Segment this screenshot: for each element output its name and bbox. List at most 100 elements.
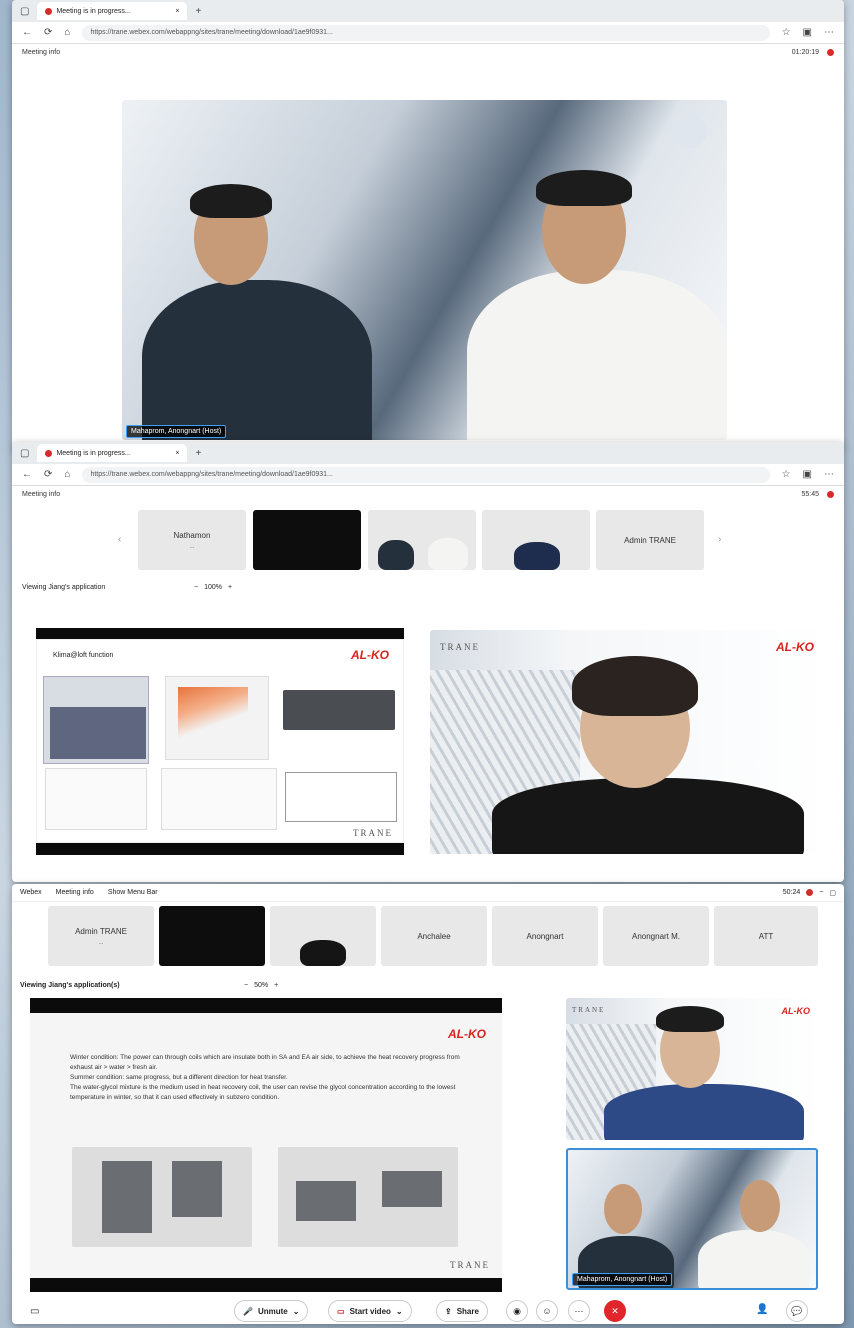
favorites-icon[interactable]: ☆ <box>782 469 791 480</box>
more-options-button[interactable]: ⋯ <box>568 1300 590 1322</box>
meeting-info-bar: Meeting info 01:20:19 <box>12 44 844 60</box>
slide-title: Klima@loft function <box>53 652 114 659</box>
thumbnail-anongnart-m[interactable]: Anongnart M. <box>603 906 709 966</box>
thumbnail-video-jiang[interactable] <box>482 510 590 570</box>
thumbnail-name: ATT <box>758 931 774 941</box>
new-tab-icon[interactable]: + <box>195 6 201 17</box>
slide-letterbox-top <box>36 628 404 639</box>
zoom-level: 50% <box>254 982 269 989</box>
back-icon[interactable]: ← <box>22 27 32 38</box>
browser-window-1: ▢ Meeting is in progress... × + ← ⟳ ⌂ ht… <box>12 0 844 448</box>
url-field[interactable]: https://trane.webex.com/webappng/sites/t… <box>82 24 770 41</box>
participant-left-head <box>604 1184 642 1234</box>
thumbnail-name: Admin TRANE <box>624 535 676 545</box>
winter-diagram <box>72 1147 252 1247</box>
zoom-control[interactable]: − 100% + <box>194 584 232 591</box>
extensions-icon[interactable]: ▣ <box>803 469 812 480</box>
thumbnail-admin-trane[interactable]: Admin TRANE ... <box>48 906 154 966</box>
back-icon[interactable]: ← <box>22 469 32 480</box>
close-tab-icon[interactable]: × <box>175 450 179 457</box>
psychrometric-chart <box>165 676 269 760</box>
refresh-icon[interactable]: ⟳ <box>44 469 52 480</box>
participants-icon[interactable]: 👤 <box>756 1304 768 1315</box>
next-thumbnails-icon[interactable]: › <box>718 534 721 545</box>
recording-icon <box>45 449 53 457</box>
home-icon[interactable]: ⌂ <box>64 469 70 480</box>
zoom-in-icon[interactable]: + <box>274 982 278 989</box>
viewing-label: Viewing Jiang's application(s) <box>20 982 120 989</box>
slide-letterbox-top <box>30 998 502 1013</box>
end-call-button[interactable]: ✕ <box>604 1300 626 1322</box>
thumbnail-sub: ... <box>189 543 195 550</box>
slide-bullet: Summer condition: same progress, but a d… <box>70 1074 288 1081</box>
reactions-button[interactable]: ☺ <box>536 1300 558 1322</box>
thumbnail-admin-trane[interactable]: Admin TRANE <box>596 510 704 570</box>
browser-tab[interactable]: Meeting is in progress... × <box>37 444 188 462</box>
meeting-info-button[interactable]: Meeting info <box>56 889 94 896</box>
tab-actions-icon[interactable]: ▢ <box>20 6 29 17</box>
thumbnail-anongnart[interactable]: Anongnart <box>492 906 598 966</box>
speaker-body <box>492 778 804 854</box>
start-video-button[interactable]: ▭ Start video ⌄ <box>328 1300 412 1322</box>
thumbnail-video-two-people[interactable] <box>368 510 476 570</box>
minimize-icon[interactable]: − <box>819 889 823 896</box>
address-bar-row: ← ⟳ ⌂ https://trane.webex.com/webappng/s… <box>12 464 844 486</box>
browser-tab[interactable]: Meeting is in progress... × <box>37 2 188 20</box>
trane-logo: TRANE <box>572 1006 606 1014</box>
meeting-timer: 55:45 <box>801 490 819 498</box>
speaker-hair <box>656 1006 724 1032</box>
participant-right-head <box>740 1180 780 1232</box>
home-icon[interactable]: ⌂ <box>64 27 70 38</box>
meeting-info-button[interactable]: Meeting info <box>22 49 60 56</box>
ahu-unit <box>382 1171 442 1207</box>
zoom-in-icon[interactable]: + <box>228 584 232 591</box>
thumbnail-video-jiang[interactable] <box>270 906 376 966</box>
close-tab-icon[interactable]: × <box>175 8 179 15</box>
slide-bullets: Winter condition: The power can through … <box>70 1053 470 1103</box>
unmute-button[interactable]: 🎤 Unmute ⌄ <box>234 1300 309 1322</box>
thumbnail-name: Nathamon <box>173 530 211 540</box>
alko-logo: AL-KO <box>776 640 814 654</box>
participant-left-hair <box>190 184 272 218</box>
chevron-down-icon[interactable]: ⌄ <box>396 1307 403 1316</box>
zoom-out-icon[interactable]: − <box>244 982 248 989</box>
record-button[interactable]: ◉ <box>506 1300 528 1322</box>
chat-button[interactable]: 💬 <box>786 1300 808 1322</box>
recording-indicator-icon <box>827 490 834 498</box>
prev-thumbnails-icon[interactable]: ‹ <box>118 534 121 545</box>
tab-title: Meeting is in progress... <box>56 449 131 457</box>
url-field[interactable]: https://trane.webex.com/webappng/sites/t… <box>82 466 770 483</box>
thumbnail-anchalee[interactable]: Anchalee <box>381 906 487 966</box>
share-button[interactable]: ⇪ Share <box>436 1300 488 1322</box>
thumbnail-name: Anchalee <box>417 931 451 941</box>
show-menu-bar-button[interactable]: Show Menu Bar <box>108 889 158 896</box>
meeting-info-button[interactable]: Meeting info <box>22 491 60 498</box>
3d-model-view <box>50 707 146 759</box>
settings-menu-icon[interactable]: ⋯ <box>824 469 834 480</box>
thumbnail-nathamon[interactable]: Nathamon ... <box>138 510 246 570</box>
extensions-icon[interactable]: ▣ <box>803 27 812 38</box>
ahu-stack <box>102 1161 152 1233</box>
mic-muted-icon: 🎤 <box>243 1306 253 1316</box>
chevron-down-icon[interactable]: ⌄ <box>293 1307 300 1316</box>
alko-logo: AL-KO <box>351 648 389 662</box>
thumbnail-video-off[interactable] <box>253 510 361 570</box>
chat-bubble-icon[interactable]: ▭ <box>30 1306 39 1317</box>
refresh-icon[interactable]: ⟳ <box>44 27 52 38</box>
thumbnail-att[interactable]: ATT <box>714 906 818 966</box>
webex-title-bar: Webex Meeting info Show Menu Bar 50:24 −… <box>12 884 844 902</box>
settings-menu-icon[interactable]: ⋯ <box>824 27 834 38</box>
address-bar-row: ← ⟳ ⌂ https://trane.webex.com/webappng/s… <box>12 22 844 44</box>
zoom-control[interactable]: − 50% + <box>244 982 278 989</box>
restore-icon[interactable]: ▢ <box>829 889 836 897</box>
software-screenshot <box>43 676 149 764</box>
participant-right-hair <box>536 170 632 206</box>
thumbnail-video-off[interactable] <box>159 906 265 966</box>
favorites-icon[interactable]: ☆ <box>782 27 791 38</box>
trane-logo-icon <box>673 114 707 148</box>
meeting-timer: 01:20:19 <box>791 48 819 56</box>
new-tab-icon[interactable]: + <box>195 448 201 459</box>
tab-actions-icon[interactable]: ▢ <box>20 448 29 459</box>
speaker-hair <box>572 656 698 716</box>
zoom-out-icon[interactable]: − <box>194 584 198 591</box>
